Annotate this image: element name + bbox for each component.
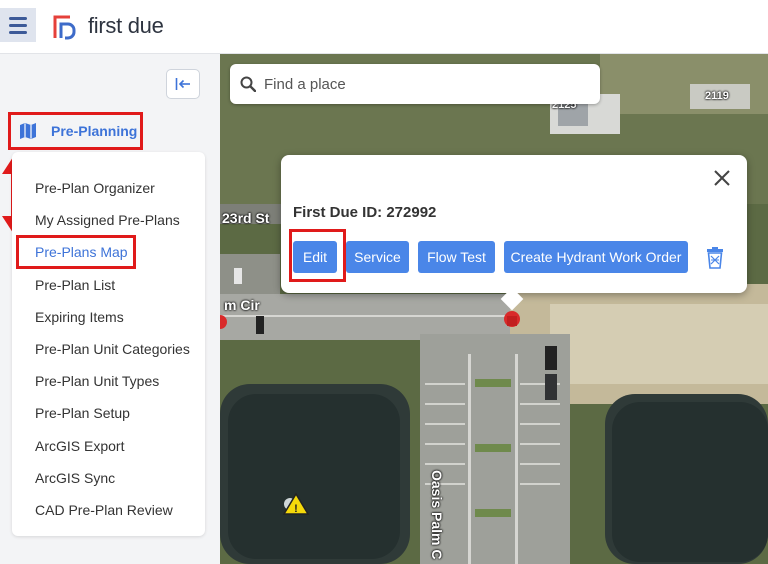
sidebar: Pre-Planning Pre-Plan Organizer My Assig… <box>0 54 220 564</box>
street-label-cir: m Cir <box>224 297 260 313</box>
collapse-left-icon <box>175 78 190 90</box>
app-header: first due <box>0 0 768 54</box>
sidebar-menu: Pre-Plan Organizer My Assigned Pre-Plans… <box>12 152 205 536</box>
sidebar-item-expiring-items[interactable]: Expiring Items <box>35 309 124 325</box>
address-label-2119: 2119 <box>705 90 729 102</box>
street-label-23rd: 23rd St <box>222 210 270 226</box>
search-icon <box>240 76 256 92</box>
sidebar-item-my-assigned-pre-plans[interactable]: My Assigned Pre-Plans <box>35 212 180 228</box>
sidebar-item-pre-plan-unit-categories[interactable]: Pre-Plan Unit Categories <box>35 341 190 357</box>
sidebar-item-cad-pre-plan-review[interactable]: CAD Pre-Plan Review <box>35 502 173 518</box>
hydrant-popup: First Due ID: 272992 Edit Service Flow T… <box>281 155 747 311</box>
sidebar-item-arcgis-sync[interactable]: ArcGIS Sync <box>35 470 115 486</box>
sidebar-item-arcgis-export[interactable]: ArcGIS Export <box>35 438 124 454</box>
close-icon[interactable] <box>711 167 733 189</box>
sidebar-item-pre-plan-setup[interactable]: Pre-Plan Setup <box>35 405 130 421</box>
sidebar-item-pre-plan-list[interactable]: Pre-Plan List <box>35 277 115 293</box>
search-input[interactable] <box>264 75 584 93</box>
hamburger-icon <box>9 16 27 20</box>
street-label-oasis-palm: Oasis Palm C <box>429 470 445 560</box>
service-button[interactable]: Service <box>346 241 409 273</box>
map-view[interactable]: ! 2125 2119 23rd St m Cir Oasis Palm C <box>220 54 768 564</box>
satellite-map: ! <box>220 54 768 564</box>
map-search-box[interactable] <box>230 64 600 104</box>
collapse-sidebar-button[interactable] <box>166 69 200 99</box>
highlight-box-edit <box>289 229 346 282</box>
popup-title: First Due ID: 272992 <box>293 204 437 221</box>
first-due-logo-icon <box>53 15 76 40</box>
svg-text:!: ! <box>294 503 298 515</box>
sidebar-section-pre-planning[interactable]: Pre-Planning <box>8 112 143 150</box>
hamburger-menu-button[interactable] <box>0 8 36 42</box>
sidebar-item-pre-plan-unit-types[interactable]: Pre-Plan Unit Types <box>35 373 159 389</box>
create-hydrant-work-order-button[interactable]: Create Hydrant Work Order <box>504 241 688 273</box>
brand-name: first due <box>88 13 164 38</box>
trash-icon[interactable] <box>705 247 725 269</box>
sidebar-item-pre-plan-organizer[interactable]: Pre-Plan Organizer <box>35 180 155 196</box>
highlight-box-pre-plans-map <box>16 235 136 269</box>
section-label: Pre-Planning <box>51 123 138 139</box>
flow-test-button[interactable]: Flow Test <box>418 241 495 273</box>
map-icon <box>20 123 36 139</box>
